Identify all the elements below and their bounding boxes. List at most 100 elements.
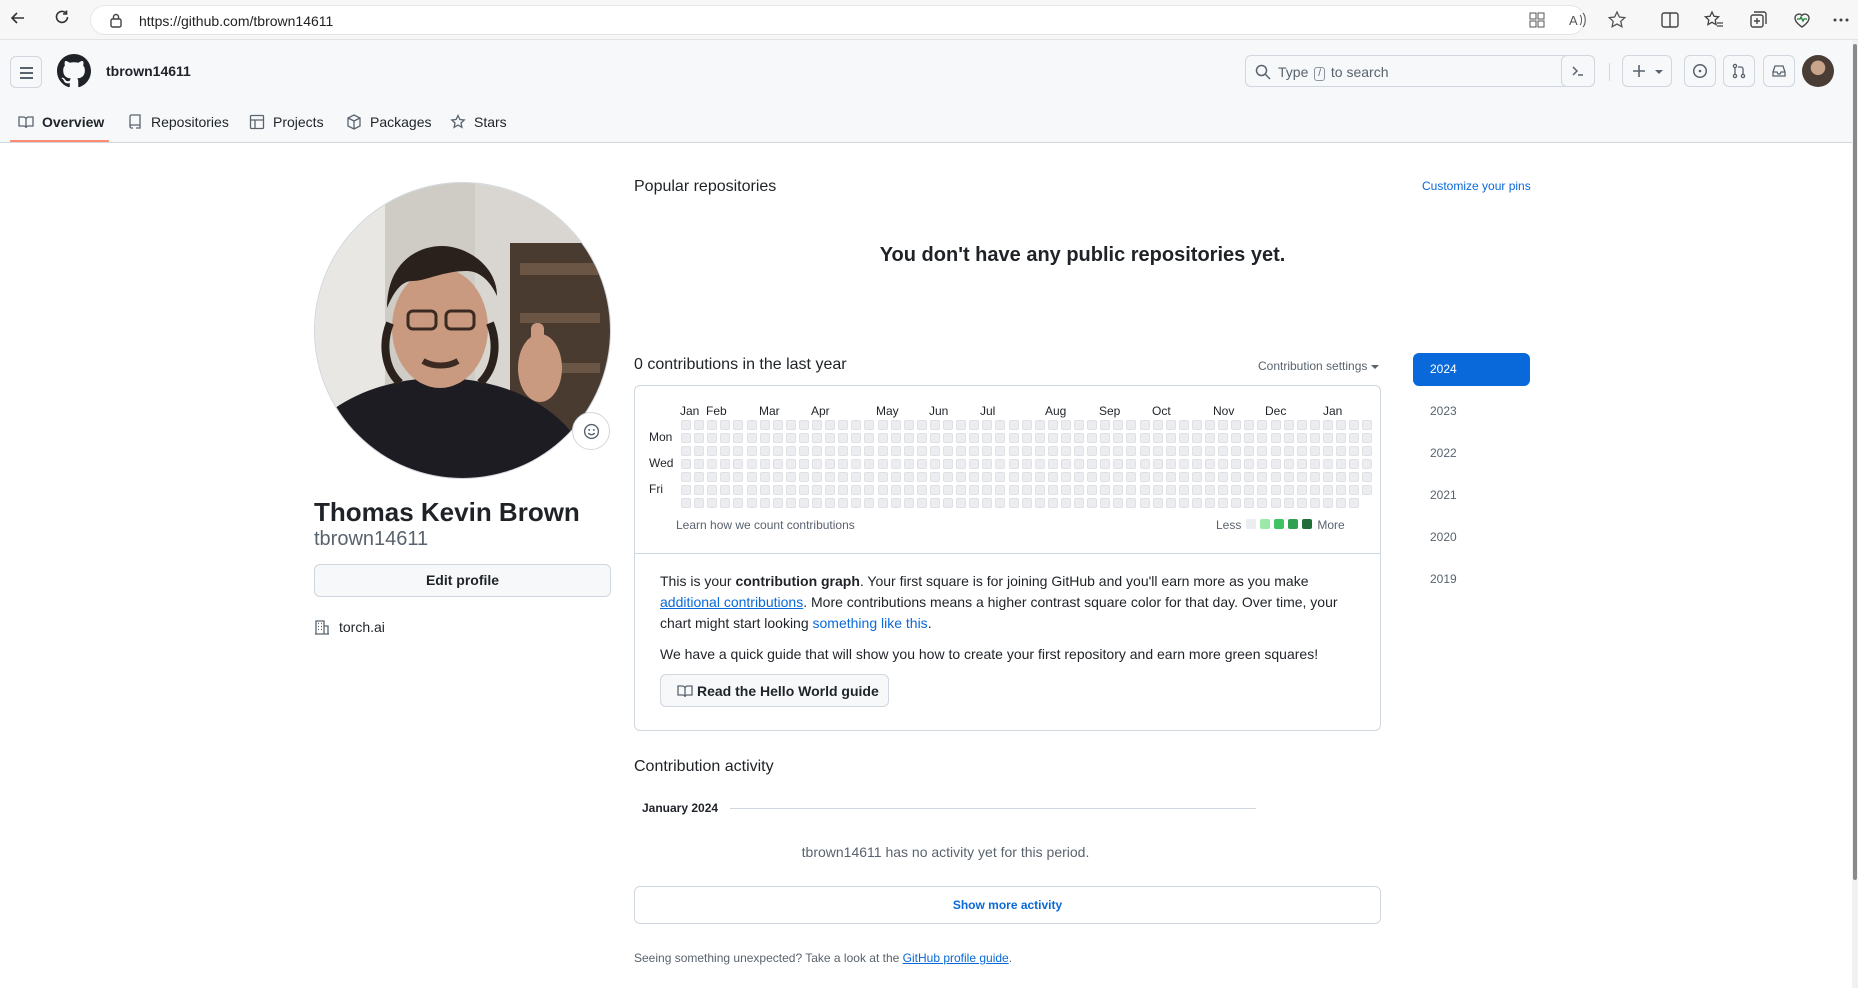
contribution-day-cell[interactable] (799, 485, 809, 495)
contribution-day-cell[interactable] (917, 459, 927, 469)
contribution-day-cell[interactable] (1074, 498, 1084, 508)
contribution-day-cell[interactable] (1100, 485, 1110, 495)
contribution-day-cell[interactable] (969, 498, 979, 508)
contribution-day-cell[interactable] (681, 420, 691, 430)
contribution-day-cell[interactable] (1113, 433, 1123, 443)
contribution-day-cell[interactable] (1205, 420, 1215, 430)
customize-pins-link[interactable]: Customize your pins (1422, 179, 1531, 193)
contribution-day-cell[interactable] (799, 459, 809, 469)
contribution-day-cell[interactable] (878, 472, 888, 482)
contribution-day-cell[interactable] (1362, 446, 1372, 456)
contribution-day-cell[interactable] (812, 472, 822, 482)
contribution-day-cell[interactable] (930, 459, 940, 469)
contribution-day-cell[interactable] (1113, 485, 1123, 495)
contribution-day-cell[interactable] (1297, 459, 1307, 469)
contribution-day-cell[interactable] (838, 485, 848, 495)
contribution-day-cell[interactable] (812, 498, 822, 508)
contribution-day-cell[interactable] (1349, 420, 1359, 430)
contribution-day-cell[interactable] (838, 420, 848, 430)
contribution-day-cell[interactable] (930, 446, 940, 456)
contribution-day-cell[interactable] (1231, 472, 1241, 482)
tab-stars[interactable]: Stars (450, 102, 507, 142)
contribution-day-cell[interactable] (864, 459, 874, 469)
favorites-icon[interactable] (1703, 9, 1725, 31)
contribution-day-cell[interactable] (1231, 498, 1241, 508)
contribution-day-cell[interactable] (917, 472, 927, 482)
contribution-day-cell[interactable] (904, 485, 914, 495)
contribution-day-cell[interactable] (681, 433, 691, 443)
contribution-day-cell[interactable] (1179, 459, 1189, 469)
contribution-day-cell[interactable] (1257, 433, 1267, 443)
contribution-day-cell[interactable] (1349, 498, 1359, 508)
contribution-day-cell[interactable] (1205, 446, 1215, 456)
contribution-day-cell[interactable] (760, 472, 770, 482)
contribution-day-cell[interactable] (1087, 433, 1097, 443)
contribution-day-cell[interactable] (930, 433, 940, 443)
contribution-day-cell[interactable] (1297, 485, 1307, 495)
contribution-day-cell[interactable] (825, 446, 835, 456)
contribution-day-cell[interactable] (707, 446, 717, 456)
tab-projects[interactable]: Projects (249, 102, 324, 142)
contribution-day-cell[interactable] (1009, 472, 1019, 482)
contribution-day-cell[interactable] (1336, 459, 1346, 469)
contribution-day-cell[interactable] (1336, 498, 1346, 508)
contribution-day-cell[interactable] (1074, 472, 1084, 482)
contribution-day-cell[interactable] (799, 472, 809, 482)
header-username[interactable]: tbrown14611 (106, 63, 191, 79)
contribution-day-cell[interactable] (799, 498, 809, 508)
contribution-day-cell[interactable] (851, 446, 861, 456)
contribution-day-cell[interactable] (917, 446, 927, 456)
contribution-day-cell[interactable] (1126, 498, 1136, 508)
set-status-button[interactable] (572, 412, 610, 450)
contribution-day-cell[interactable] (786, 459, 796, 469)
contribution-day-cell[interactable] (812, 420, 822, 430)
contribution-day-cell[interactable] (773, 472, 783, 482)
contribution-day-cell[interactable] (1192, 459, 1202, 469)
contribution-day-cell[interactable] (760, 433, 770, 443)
contribution-day-cell[interactable] (1035, 446, 1045, 456)
something-like-this-link[interactable]: something like this (813, 615, 928, 631)
contribution-day-cell[interactable] (1192, 446, 1202, 456)
github-profile-guide-link[interactable]: GitHub profile guide (903, 951, 1009, 965)
contribution-day-cell[interactable] (1218, 446, 1228, 456)
contribution-day-cell[interactable] (864, 446, 874, 456)
contribution-day-cell[interactable] (943, 433, 953, 443)
contribution-day-cell[interactable] (786, 472, 796, 482)
contribution-day-cell[interactable] (681, 446, 691, 456)
contribution-day-cell[interactable] (1179, 472, 1189, 482)
contribution-day-cell[interactable] (1179, 485, 1189, 495)
contribution-day-cell[interactable] (1166, 420, 1176, 430)
contribution-day-cell[interactable] (1009, 420, 1019, 430)
contribution-day-cell[interactable] (825, 498, 835, 508)
contribution-day-cell[interactable] (969, 485, 979, 495)
contribution-day-cell[interactable] (878, 420, 888, 430)
contribution-day-cell[interactable] (1179, 433, 1189, 443)
contribution-day-cell[interactable] (1100, 459, 1110, 469)
contribution-day-cell[interactable] (707, 433, 717, 443)
more-menu-icon[interactable] (1830, 9, 1852, 31)
contribution-day-cell[interactable] (969, 420, 979, 430)
contribution-day-cell[interactable] (995, 459, 1005, 469)
contribution-day-cell[interactable] (956, 498, 966, 508)
contribution-day-cell[interactable] (1035, 420, 1045, 430)
contribution-day-cell[interactable] (707, 420, 717, 430)
contribution-day-cell[interactable] (707, 472, 717, 482)
contribution-day-cell[interactable] (1244, 459, 1254, 469)
contribution-day-cell[interactable] (1284, 485, 1294, 495)
contribution-day-cell[interactable] (1323, 446, 1333, 456)
contribution-day-cell[interactable] (1074, 446, 1084, 456)
contribution-day-cell[interactable] (851, 433, 861, 443)
contribution-day-cell[interactable] (1113, 420, 1123, 430)
contribution-day-cell[interactable] (1192, 420, 1202, 430)
contribution-day-cell[interactable] (1035, 472, 1045, 482)
contribution-day-cell[interactable] (982, 498, 992, 508)
contribution-day-cell[interactable] (760, 420, 770, 430)
contribution-day-cell[interactable] (891, 420, 901, 430)
contribution-day-cell[interactable] (1271, 498, 1281, 508)
contribution-day-cell[interactable] (1362, 485, 1372, 495)
back-arrow-icon[interactable] (6, 8, 30, 32)
contribution-day-cell[interactable] (956, 420, 966, 430)
contribution-day-cell[interactable] (917, 485, 927, 495)
search-input[interactable]: Type / to search (1245, 55, 1595, 87)
contribution-day-cell[interactable] (825, 420, 835, 430)
